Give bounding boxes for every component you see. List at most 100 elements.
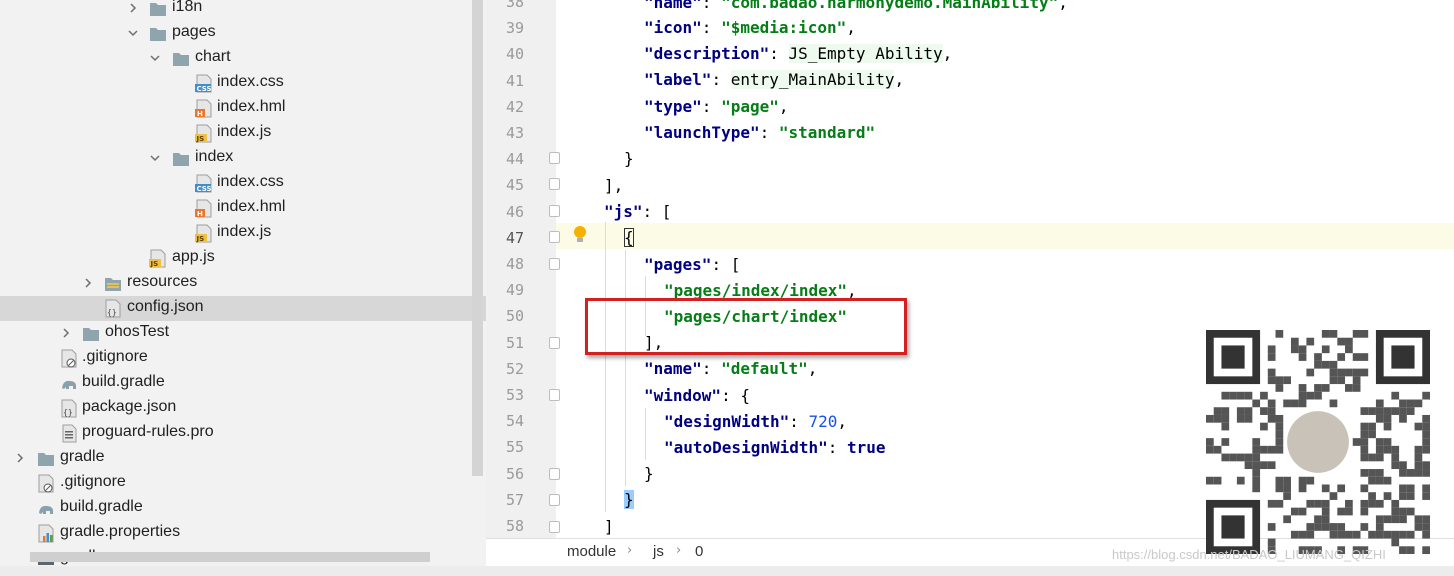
tree-item-config-json[interactable]: {} config.json — [0, 296, 486, 321]
code-line: "name": "com.badao.harmonydemo.MainAbili… — [644, 0, 1068, 12]
tree-item-label: gradle — [60, 448, 105, 465]
folder-icon — [83, 328, 99, 341]
code-line: "type": "page", — [644, 97, 789, 116]
tree-item-resources[interactable]: resources — [0, 271, 486, 296]
code-line: "js": [ — [604, 202, 672, 221]
hml-file-icon: H — [195, 99, 212, 118]
tree-item-file[interactable]: JS index.js — [0, 121, 486, 146]
gradle-icon — [62, 380, 76, 389]
tree-item-pages[interactable]: pages — [0, 21, 486, 46]
tree-item-label: index.js — [217, 223, 272, 240]
tree-item-label: .gitignore — [60, 473, 126, 490]
code-line: "name": "default", — [644, 359, 818, 378]
tree-item-gradle[interactable]: gradle — [0, 446, 486, 471]
line-number: 48 — [505, 255, 524, 273]
tree-item-label: index.hml — [217, 198, 286, 215]
tree-item-file[interactable]: CSS index.css — [0, 171, 486, 196]
css-file-icon: CSS — [195, 174, 212, 193]
tree-item-file[interactable]: H index.hml — [0, 196, 486, 221]
chevron-down-icon[interactable] — [149, 152, 161, 164]
json-file-icon: {} — [105, 299, 121, 318]
chevron-right-icon[interactable] — [60, 327, 72, 339]
chevron-right-icon[interactable] — [127, 2, 139, 14]
lightbulb-icon[interactable] — [572, 225, 588, 245]
tree-item-file[interactable]: .gitignore — [0, 346, 486, 371]
js-file-icon: JS — [195, 124, 212, 143]
fold-marker[interactable] — [549, 178, 560, 190]
fold-marker[interactable] — [549, 389, 560, 401]
folder-icon — [150, 28, 166, 41]
tree-item-file[interactable]: H index.hml — [0, 96, 486, 121]
fold-marker[interactable] — [549, 258, 560, 270]
fold-marker[interactable] — [549, 521, 560, 533]
svg-text:H: H — [197, 210, 203, 218]
tree-item-file[interactable]: gradle.properties — [0, 521, 486, 546]
code-line: "designWidth": 720, — [664, 412, 848, 431]
chevron-right-icon[interactable] — [82, 277, 94, 289]
tree-item-label: pages — [172, 23, 216, 40]
tree-item-file[interactable]: proguard-rules.pro — [0, 421, 486, 446]
gitignore-file-icon — [38, 474, 54, 493]
line-number: 54 — [505, 412, 524, 431]
tree-item-i18n[interactable]: i18n — [0, 0, 486, 21]
code-line: "icon": "$media:icon", — [644, 18, 856, 37]
tree-item-file[interactable]: .gitignore — [0, 471, 486, 496]
folder-icon — [173, 153, 189, 166]
tree-item-label: proguard-rules.pro — [82, 423, 214, 440]
breadcrumb-item[interactable]: module — [567, 543, 616, 560]
fold-marker[interactable] — [549, 337, 560, 349]
line-number: 50 — [505, 307, 524, 326]
fold-marker[interactable] — [549, 468, 560, 480]
tree-item-label: ohosTest — [105, 323, 170, 340]
chevron-right-icon: › — [676, 543, 682, 558]
line-number: 56 — [505, 464, 524, 483]
svg-text:{}: {} — [63, 408, 73, 417]
tree-item-label: index.hml — [217, 98, 286, 115]
tree-item-index[interactable]: index — [0, 146, 486, 171]
tree-item-label: chart — [195, 48, 231, 65]
text-file-icon — [62, 424, 77, 443]
fold-marker[interactable] — [549, 152, 560, 164]
breadcrumb-item[interactable]: 0 — [695, 543, 703, 560]
chevron-down-icon[interactable] — [127, 27, 139, 39]
tree-item-file[interactable]: JS app.js — [0, 246, 486, 271]
code-line: "label": entry_MainAbility, — [644, 70, 905, 89]
fold-marker[interactable] — [549, 205, 560, 217]
code-line: "autoDesignWidth": true — [664, 438, 886, 457]
chevron-right-icon[interactable] — [14, 452, 26, 464]
tree-item-file[interactable]: CSS index.css — [0, 71, 486, 96]
tree-item-file[interactable]: build.gradle — [0, 496, 486, 521]
project-tree: i18n pages chart CSS index.css H index.h… — [0, 0, 486, 576]
tree-horizontal-scrollbar[interactable] — [30, 552, 430, 562]
tree-item-file[interactable]: {} package.json — [0, 396, 486, 421]
tree-item-chart[interactable]: chart — [0, 46, 486, 71]
line-number: 51 — [505, 333, 524, 352]
tree-item-label: config.json — [127, 298, 204, 315]
js-file-icon: JS — [195, 224, 212, 243]
folder-icon — [38, 453, 54, 466]
chevron-down-icon[interactable] — [149, 52, 161, 64]
line-number: 57 — [505, 490, 524, 509]
code-line: ], — [604, 176, 624, 195]
tree-item-label: resources — [127, 273, 198, 290]
tree-item-file[interactable]: build.gradle — [0, 371, 486, 396]
tree-item-file[interactable]: JS index.js — [0, 221, 486, 246]
code-line: "window": { — [644, 386, 750, 405]
tree-item-label: index.js — [217, 123, 272, 140]
fold-marker[interactable] — [549, 231, 560, 243]
line-number: 41 — [505, 71, 524, 90]
breadcrumb-item[interactable]: js — [653, 543, 664, 560]
tree-item-label: gradle.properties — [60, 523, 181, 540]
svg-text:CSS: CSS — [197, 85, 212, 93]
line-number: 42 — [505, 97, 524, 116]
line-number: 44 — [505, 150, 524, 169]
gitignore-file-icon — [61, 349, 77, 368]
indent-guide — [625, 250, 626, 486]
tree-item-ohostest[interactable]: ohosTest — [0, 321, 486, 346]
fold-marker[interactable] — [549, 494, 560, 506]
tree-item-label: build.gradle — [60, 498, 143, 515]
line-number: 46 — [505, 202, 524, 221]
status-bar — [0, 566, 1454, 576]
tree-vertical-scrollbar[interactable] — [472, 0, 483, 476]
svg-text:JS: JS — [196, 235, 205, 243]
